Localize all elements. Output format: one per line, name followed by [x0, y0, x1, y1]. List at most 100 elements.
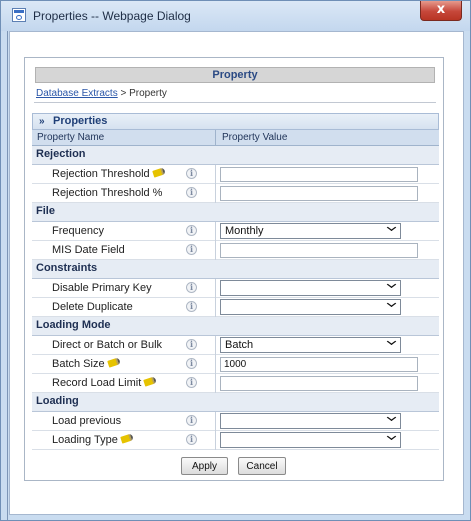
webpage-dialog-icon: [12, 8, 26, 22]
collapse-chevron-icon[interactable]: »: [39, 114, 45, 129]
column-separator: [215, 336, 216, 355]
group-label: Loading: [36, 395, 79, 407]
select-value: Batch: [225, 339, 254, 351]
info-icon[interactable]: i: [186, 415, 197, 426]
chevron-down-icon[interactable]: [386, 337, 397, 346]
loading-type-select[interactable]: [220, 432, 401, 448]
breadcrumb: Database Extracts > Property: [36, 88, 167, 99]
property-row-record-load-limit: Record Load Limit i: [32, 374, 439, 393]
property-label: Direct or Batch or Bulk: [52, 339, 163, 351]
window-title: Properties -- Webpage Dialog: [33, 9, 191, 23]
column-separator: [215, 279, 216, 298]
column-separator: [215, 355, 216, 374]
pencil-icon: [143, 376, 158, 387]
property-row-loading-type: Loading Type i: [32, 431, 439, 450]
chevron-down-icon[interactable]: [386, 223, 397, 232]
property-label: Loading Type: [52, 433, 134, 446]
column-separator: [215, 412, 216, 431]
property-label: MIS Date Field: [52, 244, 125, 256]
chevron-down-icon[interactable]: [386, 280, 397, 289]
info-icon[interactable]: i: [186, 244, 197, 255]
batch-size-input[interactable]: [220, 357, 418, 372]
property-label: Record Load Limit: [52, 376, 158, 389]
property-row-disable-primary-key: Disable Primary Key i: [32, 279, 439, 298]
chevron-down-icon[interactable]: [386, 413, 397, 422]
breadcrumb-current: Property: [129, 88, 167, 99]
info-icon[interactable]: i: [186, 377, 197, 388]
property-label-text: Loading Type: [52, 434, 118, 446]
group-row-loading: Loading: [32, 393, 439, 412]
column-headers: Property Name Property Value: [32, 130, 439, 146]
breadcrumb-separator: >: [117, 88, 130, 99]
info-icon[interactable]: i: [186, 301, 197, 312]
group-row-loading-mode: Loading Mode: [32, 317, 439, 336]
cancel-button[interactable]: Cancel: [238, 457, 286, 475]
group-label: Loading Mode: [36, 319, 111, 331]
property-row-rejection-threshold-pct: Rejection Threshold % i: [32, 184, 439, 203]
pencil-icon: [151, 167, 166, 178]
property-row-frequency: Frequency i Monthly: [32, 222, 439, 241]
title-bar[interactable]: Properties -- Webpage Dialog x: [1, 1, 470, 31]
info-icon[interactable]: i: [186, 358, 197, 369]
group-row-file: File: [32, 203, 439, 222]
property-row-mis-date-field: MIS Date Field i: [32, 241, 439, 260]
disable-primary-key-select[interactable]: [220, 280, 401, 296]
column-separator: [215, 298, 216, 317]
breadcrumb-link-database-extracts[interactable]: Database Extracts: [36, 88, 118, 99]
property-label: Disable Primary Key: [52, 282, 152, 294]
info-icon[interactable]: i: [186, 282, 197, 293]
group-row-constraints: Constraints: [32, 260, 439, 279]
column-separator: [215, 184, 216, 203]
rejection-threshold-pct-input[interactable]: [220, 186, 418, 201]
property-label-text: Record Load Limit: [52, 377, 142, 389]
property-label: Load previous: [52, 415, 122, 427]
info-icon[interactable]: i: [186, 187, 197, 198]
group-label: File: [36, 205, 55, 217]
property-label: Batch Size: [52, 357, 121, 370]
column-separator: [215, 130, 216, 146]
chevron-down-icon[interactable]: [386, 432, 397, 441]
group-row-rejection: Rejection: [32, 146, 439, 165]
info-icon[interactable]: i: [186, 168, 197, 179]
group-label: Rejection: [36, 148, 86, 160]
property-label: Delete Duplicate: [52, 301, 133, 313]
property-row-batch-size: Batch Size i: [32, 355, 439, 374]
column-separator: [215, 431, 216, 450]
chevron-down-icon[interactable]: [386, 299, 397, 308]
load-previous-select[interactable]: [220, 413, 401, 429]
section-title: Properties: [53, 115, 108, 127]
breadcrumb-divider: [34, 102, 436, 103]
property-label: Frequency: [52, 225, 104, 237]
column-separator: [215, 374, 216, 393]
rejection-threshold-input[interactable]: [220, 167, 418, 182]
apply-button[interactable]: Apply: [181, 457, 228, 475]
property-label: Rejection Threshold %: [52, 187, 163, 199]
property-row-rejection-threshold: Rejection Threshold i: [32, 165, 439, 184]
delete-duplicate-select[interactable]: [220, 299, 401, 315]
column-header-property-value: Property Value: [222, 132, 288, 143]
property-row-load-previous: Load previous i: [32, 412, 439, 431]
direct-batch-bulk-select[interactable]: Batch: [220, 337, 401, 353]
properties-section-header[interactable]: » Properties: [32, 113, 439, 130]
pencil-icon: [106, 357, 121, 368]
column-separator: [215, 241, 216, 260]
close-button[interactable]: x: [420, 1, 462, 21]
pencil-icon: [120, 433, 134, 444]
info-icon[interactable]: i: [186, 339, 197, 350]
info-icon[interactable]: i: [186, 434, 197, 445]
mis-date-field-input[interactable]: [220, 243, 418, 258]
property-label-text: Batch Size: [52, 358, 105, 370]
select-value: Monthly: [225, 225, 264, 237]
property-row-direct-batch-bulk: Direct or Batch or Bulk i Batch: [32, 336, 439, 355]
property-label-text: Rejection Threshold: [52, 168, 150, 180]
column-separator: [215, 165, 216, 184]
property-row-delete-duplicate: Delete Duplicate i: [32, 298, 439, 317]
record-load-limit-input[interactable]: [220, 376, 418, 391]
column-separator: [215, 222, 216, 241]
group-label: Constraints: [36, 262, 98, 274]
column-header-property-name: Property Name: [37, 132, 105, 143]
window-left-edge: [1, 31, 9, 520]
info-icon[interactable]: i: [186, 225, 197, 236]
property-label: Rejection Threshold: [52, 167, 166, 180]
frequency-select[interactable]: Monthly: [220, 223, 401, 239]
